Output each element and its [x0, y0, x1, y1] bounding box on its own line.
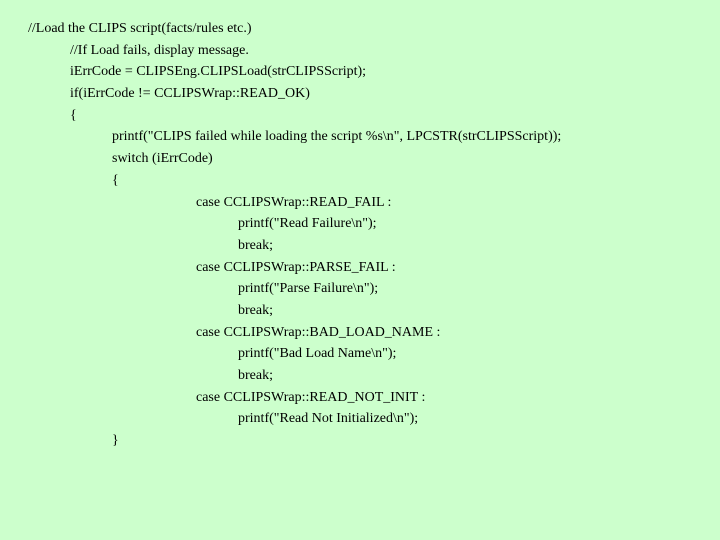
code-line: printf("CLIPS failed while loading the s… — [28, 126, 710, 148]
code-line: printf("Read Failure\n"); — [28, 213, 710, 235]
code-line: switch (iErrCode) — [28, 148, 710, 170]
code-line: iErrCode = CLIPSEng.CLIPSLoad(strCLIPSSc… — [28, 61, 710, 83]
code-line: break; — [28, 300, 710, 322]
code-line: printf("Parse Failure\n"); — [28, 278, 710, 300]
code-line: printf("Read Not Initialized\n"); — [28, 408, 710, 430]
code-line: //Load the CLIPS script(facts/rules etc.… — [28, 18, 710, 40]
code-line: { — [28, 105, 710, 127]
code-line: case CCLIPSWrap::PARSE_FAIL : — [28, 257, 710, 279]
code-line: //If Load fails, display message. — [28, 40, 710, 62]
code-line: break; — [28, 235, 710, 257]
code-line: case CCLIPSWrap::READ_FAIL : — [28, 192, 710, 214]
code-line: case CCLIPSWrap::READ_NOT_INIT : — [28, 387, 710, 409]
code-line: { — [28, 170, 710, 192]
code-line: } — [28, 430, 710, 452]
code-line: printf("Bad Load Name\n"); — [28, 343, 710, 365]
code-line: if(iErrCode != CCLIPSWrap::READ_OK) — [28, 83, 710, 105]
code-block: //Load the CLIPS script(facts/rules etc.… — [0, 0, 720, 462]
code-line: case CCLIPSWrap::BAD_LOAD_NAME : — [28, 322, 710, 344]
code-line: break; — [28, 365, 710, 387]
